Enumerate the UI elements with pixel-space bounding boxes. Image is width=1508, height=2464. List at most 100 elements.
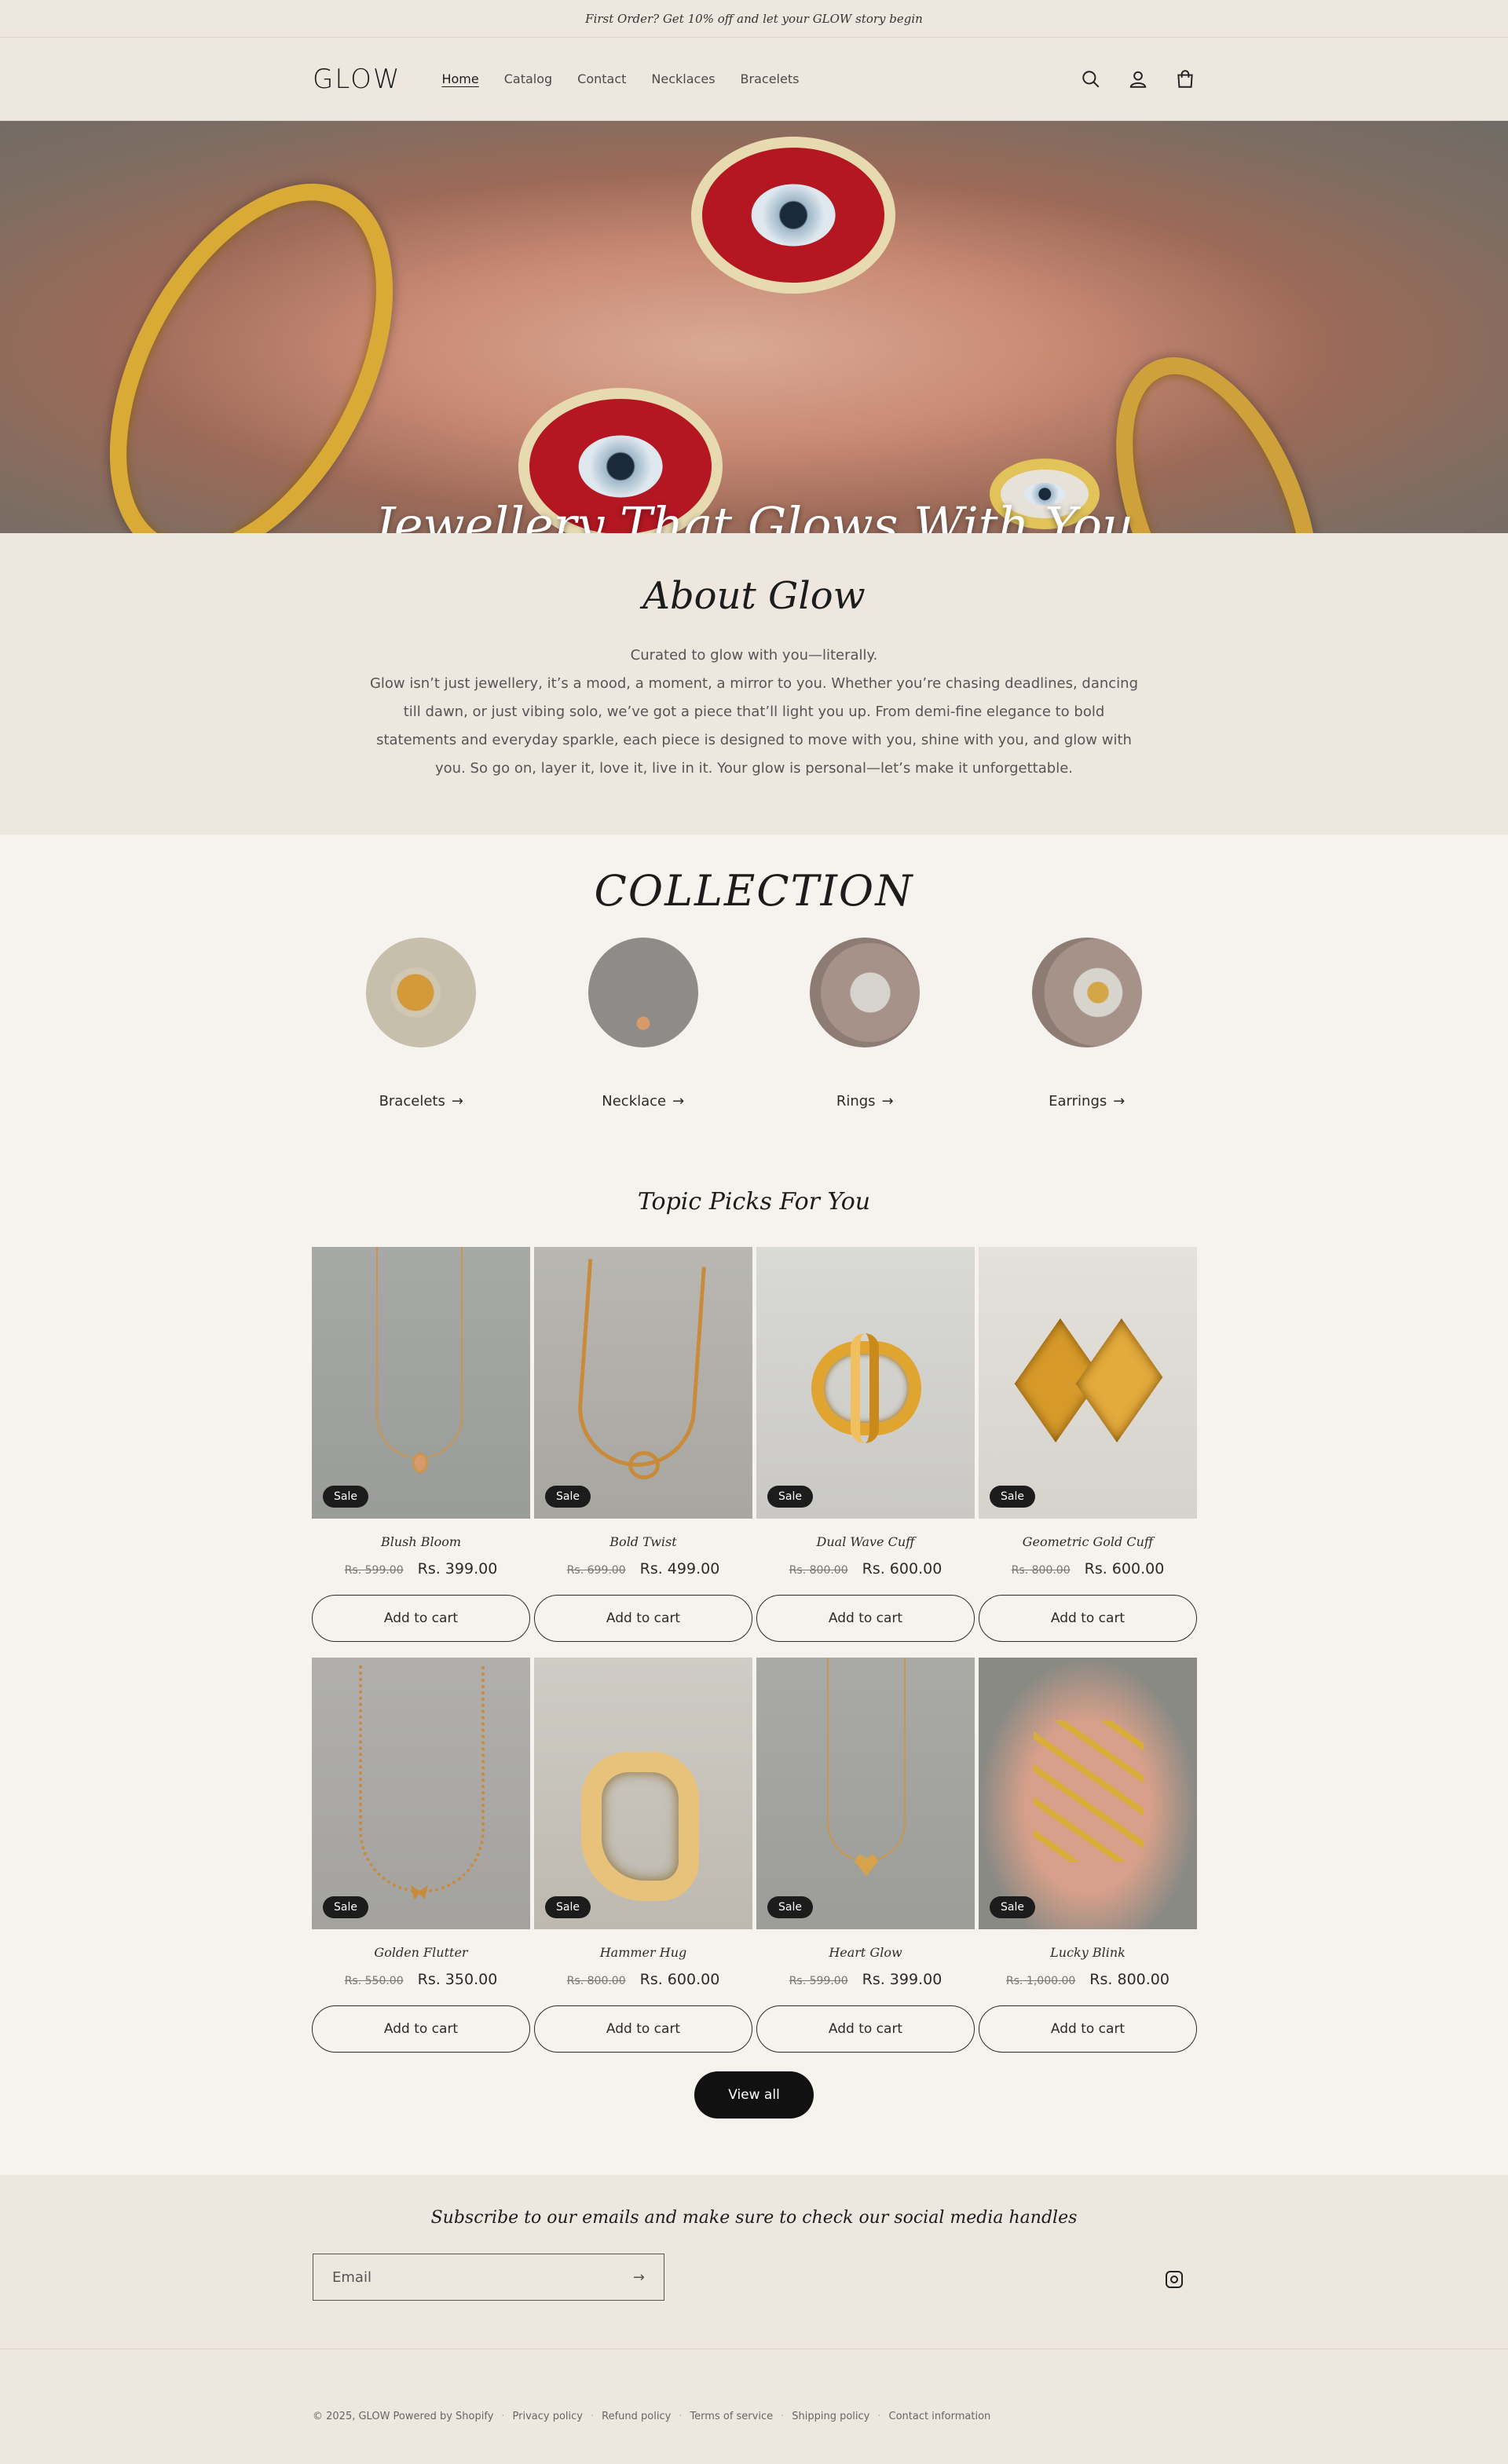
product-image[interactable]: Sale bbox=[312, 1247, 530, 1519]
arrow-right-icon: → bbox=[881, 1093, 894, 1110]
picks-title: Topic Picks For You bbox=[637, 1188, 871, 1216]
product-name[interactable]: Hammer Hug bbox=[534, 1945, 752, 1960]
cart-icon[interactable] bbox=[1175, 69, 1195, 90]
necklace-image[interactable] bbox=[587, 938, 698, 1047]
site-footer: © 2025, GLOW Powered by Shopify · Privacy… bbox=[0, 2349, 1508, 2464]
collection-item-necklace[interactable]: Necklace → bbox=[565, 938, 722, 1110]
necklace-knot bbox=[628, 1451, 660, 1479]
site-header: GLOW Home Catalog Contact Necklaces Brac… bbox=[0, 38, 1508, 121]
old-price: Rs. 599.00 bbox=[344, 1564, 404, 1577]
product-card[interactable]: Sale Hammer Hug Rs. 800.00 Rs. 600.00 Add… bbox=[534, 1658, 752, 2053]
collection-item-earrings[interactable]: Earrings → bbox=[1008, 938, 1166, 1110]
nav-catalog[interactable]: Catalog bbox=[504, 71, 552, 86]
cuff-right bbox=[1075, 1318, 1163, 1443]
hero-eye-charm-top bbox=[691, 137, 895, 294]
sale-badge: Sale bbox=[767, 1486, 813, 1508]
sale-badge: Sale bbox=[323, 1896, 368, 1918]
product-image[interactable]: Sale bbox=[979, 1247, 1197, 1519]
add-to-cart-button[interactable]: Add to cart bbox=[979, 1595, 1197, 1642]
add-to-cart-button[interactable]: Add to cart bbox=[534, 1595, 752, 1642]
nav-home[interactable]: Home bbox=[441, 71, 478, 86]
product-card[interactable]: Sale Blush Bloom Rs. 599.00 Rs. 399.00 Ad… bbox=[312, 1247, 530, 1642]
product-image[interactable]: Sale bbox=[534, 1247, 752, 1519]
collection-label[interactable]: Necklace bbox=[602, 1093, 666, 1110]
terms-of-service-link[interactable]: Terms of service bbox=[690, 2411, 773, 2422]
newsletter-section: Subscribe to our emails and make sure to… bbox=[0, 2175, 1508, 2349]
sale-price: Rs. 399.00 bbox=[417, 1560, 498, 1577]
sale-price: Rs. 600.00 bbox=[862, 1560, 942, 1577]
nav-necklaces[interactable]: Necklaces bbox=[651, 71, 715, 86]
view-all-button[interactable]: View all bbox=[694, 2071, 814, 2119]
bracelets-image[interactable] bbox=[366, 938, 477, 1047]
collection-item-rings[interactable]: Rings → bbox=[786, 938, 943, 1110]
announcement-text: First Order? Get 10% off and let your GL… bbox=[585, 11, 923, 26]
refund-policy-link[interactable]: Refund policy bbox=[602, 2411, 671, 2422]
product-image[interactable]: Sale bbox=[756, 1247, 975, 1519]
arrow-right-icon[interactable]: → bbox=[633, 2269, 645, 2286]
sale-badge: Sale bbox=[545, 1896, 591, 1918]
product-name[interactable]: Golden Flutter bbox=[312, 1945, 530, 1960]
product-card[interactable]: Sale Golden Flutter Rs. 550.00 Rs. 350.00… bbox=[312, 1658, 530, 2053]
add-to-cart-button[interactable]: Add to cart bbox=[312, 2005, 530, 2053]
collection-label[interactable]: Bracelets bbox=[379, 1093, 445, 1110]
add-to-cart-button[interactable]: Add to cart bbox=[534, 2005, 752, 2053]
sale-price: Rs. 600.00 bbox=[639, 1971, 720, 1988]
product-image[interactable]: Sale bbox=[534, 1658, 752, 1929]
collection-item-bracelets[interactable]: Bracelets → bbox=[342, 938, 500, 1110]
product-image[interactable]: Sale bbox=[756, 1658, 975, 1929]
nav-bracelets[interactable]: Bracelets bbox=[741, 71, 800, 86]
cuff-bracelet bbox=[581, 1752, 699, 1901]
arrow-right-icon: → bbox=[1113, 1093, 1126, 1110]
arrow-right-icon: → bbox=[451, 1093, 463, 1110]
account-icon[interactable] bbox=[1128, 69, 1148, 90]
contact-information-link[interactable]: Contact information bbox=[889, 2411, 991, 2422]
product-card[interactable]: Sale Bold Twist Rs. 699.00 Rs. 499.00 Add… bbox=[534, 1247, 752, 1642]
about-body: Glow isn’t just jewellery, it’s a mood, … bbox=[369, 675, 1139, 777]
logo[interactable]: GLOW bbox=[313, 64, 401, 95]
necklace-chain bbox=[376, 1247, 463, 1459]
old-price: Rs. 550.00 bbox=[344, 1975, 404, 1987]
product-card[interactable]: Sale Lucky Blink Rs. 1,000.00 Rs. 800.00 … bbox=[979, 1658, 1197, 2053]
old-price: Rs. 599.00 bbox=[789, 1975, 848, 1987]
product-card[interactable]: Sale Geometric Gold Cuff Rs. 800.00 Rs. 6… bbox=[979, 1247, 1197, 1642]
about-title: About Glow bbox=[642, 574, 866, 618]
add-to-cart-button[interactable]: Add to cart bbox=[756, 1595, 975, 1642]
sale-price: Rs. 600.00 bbox=[1084, 1560, 1165, 1577]
product-name[interactable]: Lucky Blink bbox=[979, 1945, 1197, 1960]
old-price: Rs. 800.00 bbox=[789, 1564, 848, 1577]
product-name[interactable]: Blush Bloom bbox=[312, 1534, 530, 1549]
email-placeholder[interactable]: Email bbox=[332, 2269, 372, 2286]
email-field[interactable]: Email → bbox=[313, 2254, 664, 2301]
add-to-cart-button[interactable]: Add to cart bbox=[979, 2005, 1197, 2053]
product-name[interactable]: Geometric Gold Cuff bbox=[979, 1534, 1197, 1549]
arrow-right-icon: → bbox=[672, 1093, 685, 1110]
sale-badge: Sale bbox=[545, 1486, 591, 1508]
product-image[interactable]: Sale bbox=[979, 1658, 1197, 1929]
collection-label[interactable]: Rings bbox=[836, 1093, 876, 1110]
sale-badge: Sale bbox=[323, 1486, 368, 1508]
product-name[interactable]: Heart Glow bbox=[756, 1945, 975, 1960]
collection-label[interactable]: Earrings bbox=[1049, 1093, 1107, 1110]
privacy-policy-link[interactable]: Privacy policy bbox=[513, 2411, 583, 2422]
necklace-chain bbox=[574, 1259, 706, 1471]
sale-badge: Sale bbox=[990, 1896, 1035, 1918]
old-price: Rs. 800.00 bbox=[566, 1975, 626, 1987]
sale-badge: Sale bbox=[767, 1896, 813, 1918]
earrings-image[interactable] bbox=[1031, 938, 1142, 1047]
instagram-icon[interactable] bbox=[1166, 2271, 1183, 2288]
announcement-bar: First Order? Get 10% off and let your GL… bbox=[0, 0, 1508, 38]
hero-banner: Jewellery That Glows With You bbox=[0, 121, 1508, 533]
shipping-policy-link[interactable]: Shipping policy bbox=[792, 2411, 869, 2422]
product-name[interactable]: Bold Twist bbox=[534, 1534, 752, 1549]
add-to-cart-button[interactable]: Add to cart bbox=[756, 2005, 975, 2053]
product-image[interactable]: Sale bbox=[312, 1658, 530, 1929]
product-card[interactable]: Sale Heart Glow Rs. 599.00 Rs. 399.00 Add… bbox=[756, 1658, 975, 2053]
about-tagline: Curated to glow with you—literally. bbox=[630, 647, 878, 664]
search-icon[interactable] bbox=[1081, 69, 1101, 90]
nav-contact[interactable]: Contact bbox=[577, 71, 626, 86]
rings-image[interactable] bbox=[810, 938, 921, 1047]
product-card[interactable]: Sale Dual Wave Cuff Rs. 800.00 Rs. 600.00… bbox=[756, 1247, 975, 1642]
hero-ring-left bbox=[51, 137, 452, 533]
product-name[interactable]: Dual Wave Cuff bbox=[756, 1534, 975, 1549]
add-to-cart-button[interactable]: Add to cart bbox=[312, 1595, 530, 1642]
